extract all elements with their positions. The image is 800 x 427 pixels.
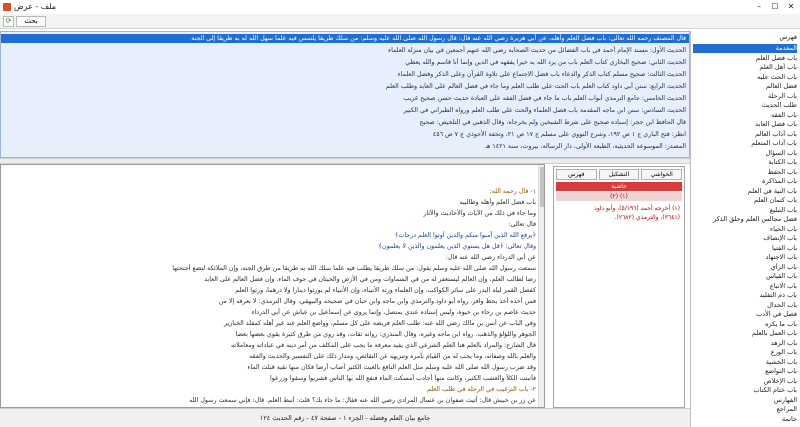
- text-line: ١- قال رحمه الله:: [489, 188, 536, 195]
- footnote-line: (٣٦٤١)، والترمذي (٢٦٨٢).: [614, 214, 680, 221]
- toc-item[interactable]: المقدمة: [693, 44, 797, 53]
- maximize-button[interactable]: ☐: [768, 1, 782, 12]
- title-bar: ملف - عرض – ☐ ✕: [0, 0, 800, 14]
- search-result-row[interactable]: الحديث الأول: مسند الإمام أحمد في باب ال…: [4, 46, 686, 55]
- text-line: الجوهر واللؤلؤ والذهب. رواه ابن ماجه وغي…: [235, 331, 536, 338]
- toc-item[interactable]: باب الحث عليه: [693, 73, 797, 82]
- toolbar: ⟳ بحث: [0, 14, 800, 29]
- refresh-icon[interactable]: ⟳: [3, 16, 14, 27]
- footnote-line: (١) أخرجه أحمد (٥/١٩٦)، وأبو داود: [594, 205, 680, 212]
- toc-item[interactable]: باب الإنصاف: [693, 234, 797, 243]
- app-icon: [3, 3, 11, 11]
- window-controls: – ☐ ✕: [752, 1, 798, 12]
- text-line: قال الشارح: والمراد بالعلم هنا العلم الش…: [231, 342, 536, 349]
- toc-item[interactable]: الفهارس: [693, 396, 797, 405]
- toc-item[interactable]: باب فضل العابد: [693, 120, 797, 129]
- table-of-contents: فهرس المقدمة باب فضل العلم باب أهل العلم باب…: [690, 31, 800, 427]
- text-line: رضا لطالب العلم، وإن العالم ليستغفر له م…: [204, 276, 536, 283]
- search-results-panel: قال المصنف رحمه الله تعالى: باب فضل العل…: [0, 31, 690, 158]
- status-text: جامع بيان العلم وفضله - الجزء ١ - صفحة ٤…: [259, 414, 431, 422]
- toc-item[interactable]: باب آداب المتعلم: [693, 139, 797, 148]
- search-result-row[interactable]: قال المصنف رحمه الله تعالى: باب فضل العل…: [1, 34, 689, 43]
- close-button[interactable]: ✕: [784, 1, 798, 12]
- text-line: فمن أخذه أخذ بحظ وافر. رواه أبو داود وال…: [218, 298, 536, 305]
- toc-item[interactable]: خاتمة: [693, 415, 797, 424]
- toc-item[interactable]: فضل العالم: [693, 82, 797, 91]
- text-line: وفي الباب عن أنس بن مالك رضي الله عنه: ط…: [223, 320, 536, 327]
- text-line: عن زر بن حبيش قال: أتيت صفوان بن عسال ال…: [189, 397, 536, 404]
- tab-diacritics[interactable]: التشكيل: [598, 169, 640, 180]
- text-scrollbar[interactable]: [538, 165, 544, 407]
- toc-item[interactable]: باب آداب العالم: [693, 130, 797, 139]
- text-line: ٢- باب الترغيب في الرحلة في طلب العلم: [427, 386, 536, 393]
- text-line: قال تعالى:: [508, 221, 536, 228]
- toc-item[interactable]: باب الزهد: [693, 339, 797, 348]
- toc-item[interactable]: باب العمل بالعلم: [693, 329, 797, 338]
- scrollbar-thumb[interactable]: [540, 167, 544, 207]
- toc-item[interactable]: فصل في الأدب: [693, 310, 797, 319]
- text-line: سمعت رسول الله صلى الله عليه وسلم يقول: …: [172, 265, 536, 272]
- toc-item[interactable]: باب ذم التقليد: [693, 291, 797, 300]
- toc-item[interactable]: باب الرحلة: [693, 92, 797, 101]
- minimize-button[interactable]: –: [752, 1, 766, 12]
- toc-item[interactable]: باب الإخلاص: [693, 377, 797, 386]
- search-result-row[interactable]: الحديث الخامس: جامع الترمذي أبواب العلم …: [4, 94, 686, 103]
- toc-item[interactable]: باب الحياء: [693, 225, 797, 234]
- toc-item[interactable]: باب النية في العلم: [693, 187, 797, 196]
- search-button[interactable]: بحث: [16, 16, 46, 27]
- toc-item[interactable]: باب الفقه: [693, 111, 797, 120]
- book-text-pane: ١- قال رحمه الله: باب فضل العلم وأهله وطا…: [0, 164, 545, 408]
- text-line: والعلم بالله وصفاته، وما يجب له من القيا…: [249, 353, 536, 360]
- text-line: وقال تعالى: ﴿قل هل يستوي الذين يعلمون وا…: [378, 243, 536, 250]
- status-bar: جامع بيان العلم وفضله - الجزء ١ - صفحة ٤…: [0, 408, 690, 427]
- footnotes-header: حاشية: [556, 182, 682, 191]
- toc-item[interactable]: باب التبليغ: [693, 206, 797, 215]
- footnotes-subheader: (١) (٢): [556, 192, 682, 201]
- text-line: فأنبتت الكلأ والعشب الكثير، وكانت منها أ…: [269, 375, 536, 382]
- tab-footnotes[interactable]: الحواشي: [641, 169, 682, 180]
- search-result-row[interactable]: الحديث الثاني: صحيح البخاري كتاب العلم ب…: [4, 58, 686, 67]
- toc-item[interactable]: باب السؤال: [693, 149, 797, 158]
- toc-item[interactable]: باب فضل العلم: [693, 54, 797, 63]
- text-line: كفضل القمر ليلة البدر على سائر الكواكب، …: [235, 287, 536, 294]
- toc-header: فهرس: [779, 33, 797, 41]
- toc-item[interactable]: طلب الحديث: [693, 101, 797, 110]
- toc-item[interactable]: باب القياس: [693, 272, 797, 281]
- toc-item[interactable]: المراجع: [693, 405, 797, 414]
- toc-item[interactable]: باب التواضع: [693, 367, 797, 376]
- text-line: حديث عاصم بن رجاء بن حيوة، وليس إسناده ع…: [251, 309, 536, 316]
- search-result-row[interactable]: المصدر: الموسوعة الحديثية، الطبعة الأولى…: [4, 142, 686, 151]
- text-line: عن أبي الدرداء رضي الله عنه قال:: [445, 254, 536, 261]
- toc-item[interactable]: فضل مجالس العلم وحلق الذكر: [693, 215, 797, 224]
- search-result-row[interactable]: الحديث الثالث: صحيح مسلم كتاب الذكر والد…: [4, 70, 686, 79]
- search-result-row[interactable]: الحديث السادس: سنن ابن ماجه المقدمة باب …: [4, 106, 686, 115]
- toc-item[interactable]: باب الحفظ: [693, 168, 797, 177]
- toc-item[interactable]: باب الخشية: [693, 358, 797, 367]
- window-title: ملف - عرض: [14, 2, 57, 11]
- toc-item[interactable]: باب المذاكرة: [693, 177, 797, 186]
- toc-item[interactable]: باب أهل العلم: [693, 63, 797, 72]
- toc-item[interactable]: باب الاتباع: [693, 282, 797, 291]
- toc-item[interactable]: باب الفتيا: [693, 244, 797, 253]
- search-result-row[interactable]: انظر: فتح الباري ج ١ ص ١٩٢، وشرح النووي …: [4, 130, 686, 139]
- text-line: باب فضل العلم وأهله وطالبيه: [459, 199, 536, 206]
- text-line: وما جاء في ذلك من الآيات والأحاديث والآث…: [423, 210, 536, 217]
- toc-item[interactable]: باب ما يكره: [693, 320, 797, 329]
- search-result-row[interactable]: قال الحافظ ابن حجر: إسناده صحيح على شرط …: [4, 118, 686, 127]
- footnotes-tabs: الحواشي التشكيل فهرس: [555, 169, 682, 180]
- footnotes-panel: الحواشي التشكيل فهرس حاشية (١) (٢) (١) أ…: [553, 166, 685, 408]
- toc-item[interactable]: باب الاجتهاد: [693, 253, 797, 262]
- search-result-row[interactable]: الحديث الرابع: سنن أبي داود كتاب العلم ب…: [4, 82, 686, 91]
- toc-item[interactable]: باب الكتابة: [693, 158, 797, 167]
- toc-item[interactable]: باب الرأي: [693, 263, 797, 272]
- toc-item[interactable]: باب ختام الكتاب: [693, 386, 797, 395]
- toc-item[interactable]: باب كتمان العلم: [693, 196, 797, 205]
- tab-index[interactable]: فهرس: [555, 169, 597, 180]
- text-line: ﴿يرفع الله الذين آمنوا منكم والذين أوتوا…: [394, 232, 536, 239]
- text-line: وقد ضرب رسول الله صلى الله عليه وسلم مثل…: [247, 364, 536, 371]
- toc-item[interactable]: باب الجدال: [693, 301, 797, 310]
- toc-item[interactable]: باب الورع: [693, 348, 797, 357]
